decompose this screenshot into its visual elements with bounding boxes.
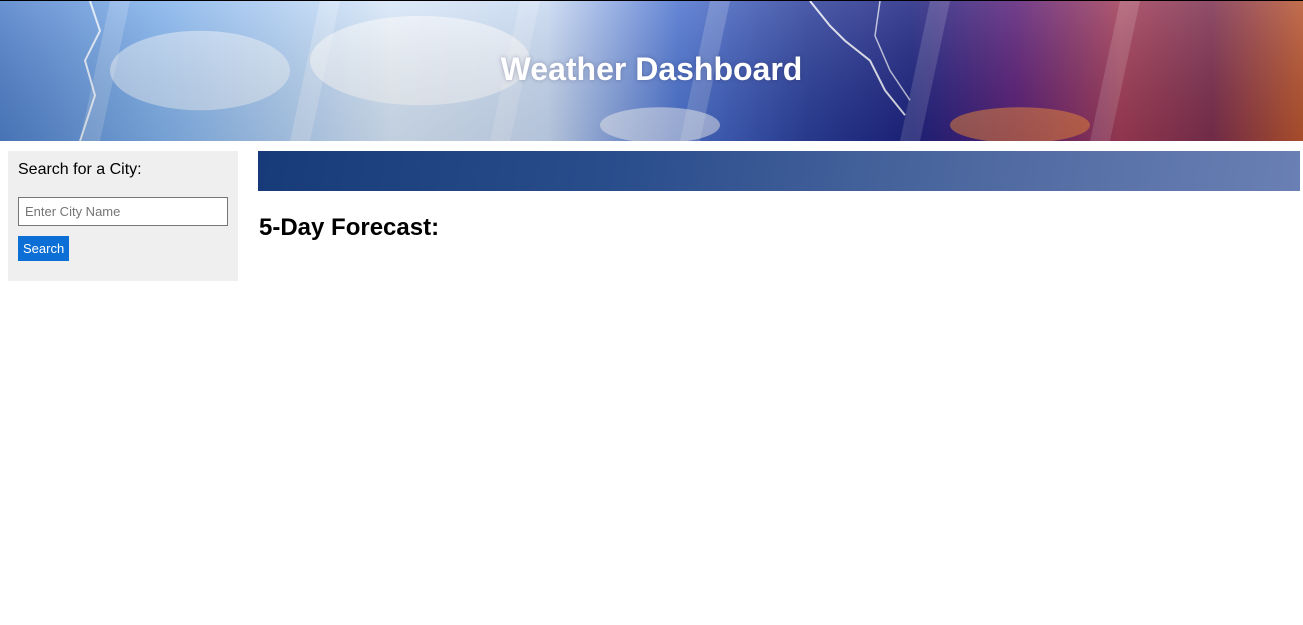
forecast-heading: 5-Day Forecast: <box>259 214 440 241</box>
search-label: Search for a City: <box>18 161 142 178</box>
search-button[interactable]: Search <box>18 236 70 261</box>
search-panel: Search for a City: Search <box>8 151 238 281</box>
header-banner: Weather Dashboard <box>0 0 1303 141</box>
current-weather-panel <box>258 151 1300 191</box>
city-search-input[interactable] <box>18 197 228 226</box>
page-title: Weather Dashboard <box>500 51 803 87</box>
